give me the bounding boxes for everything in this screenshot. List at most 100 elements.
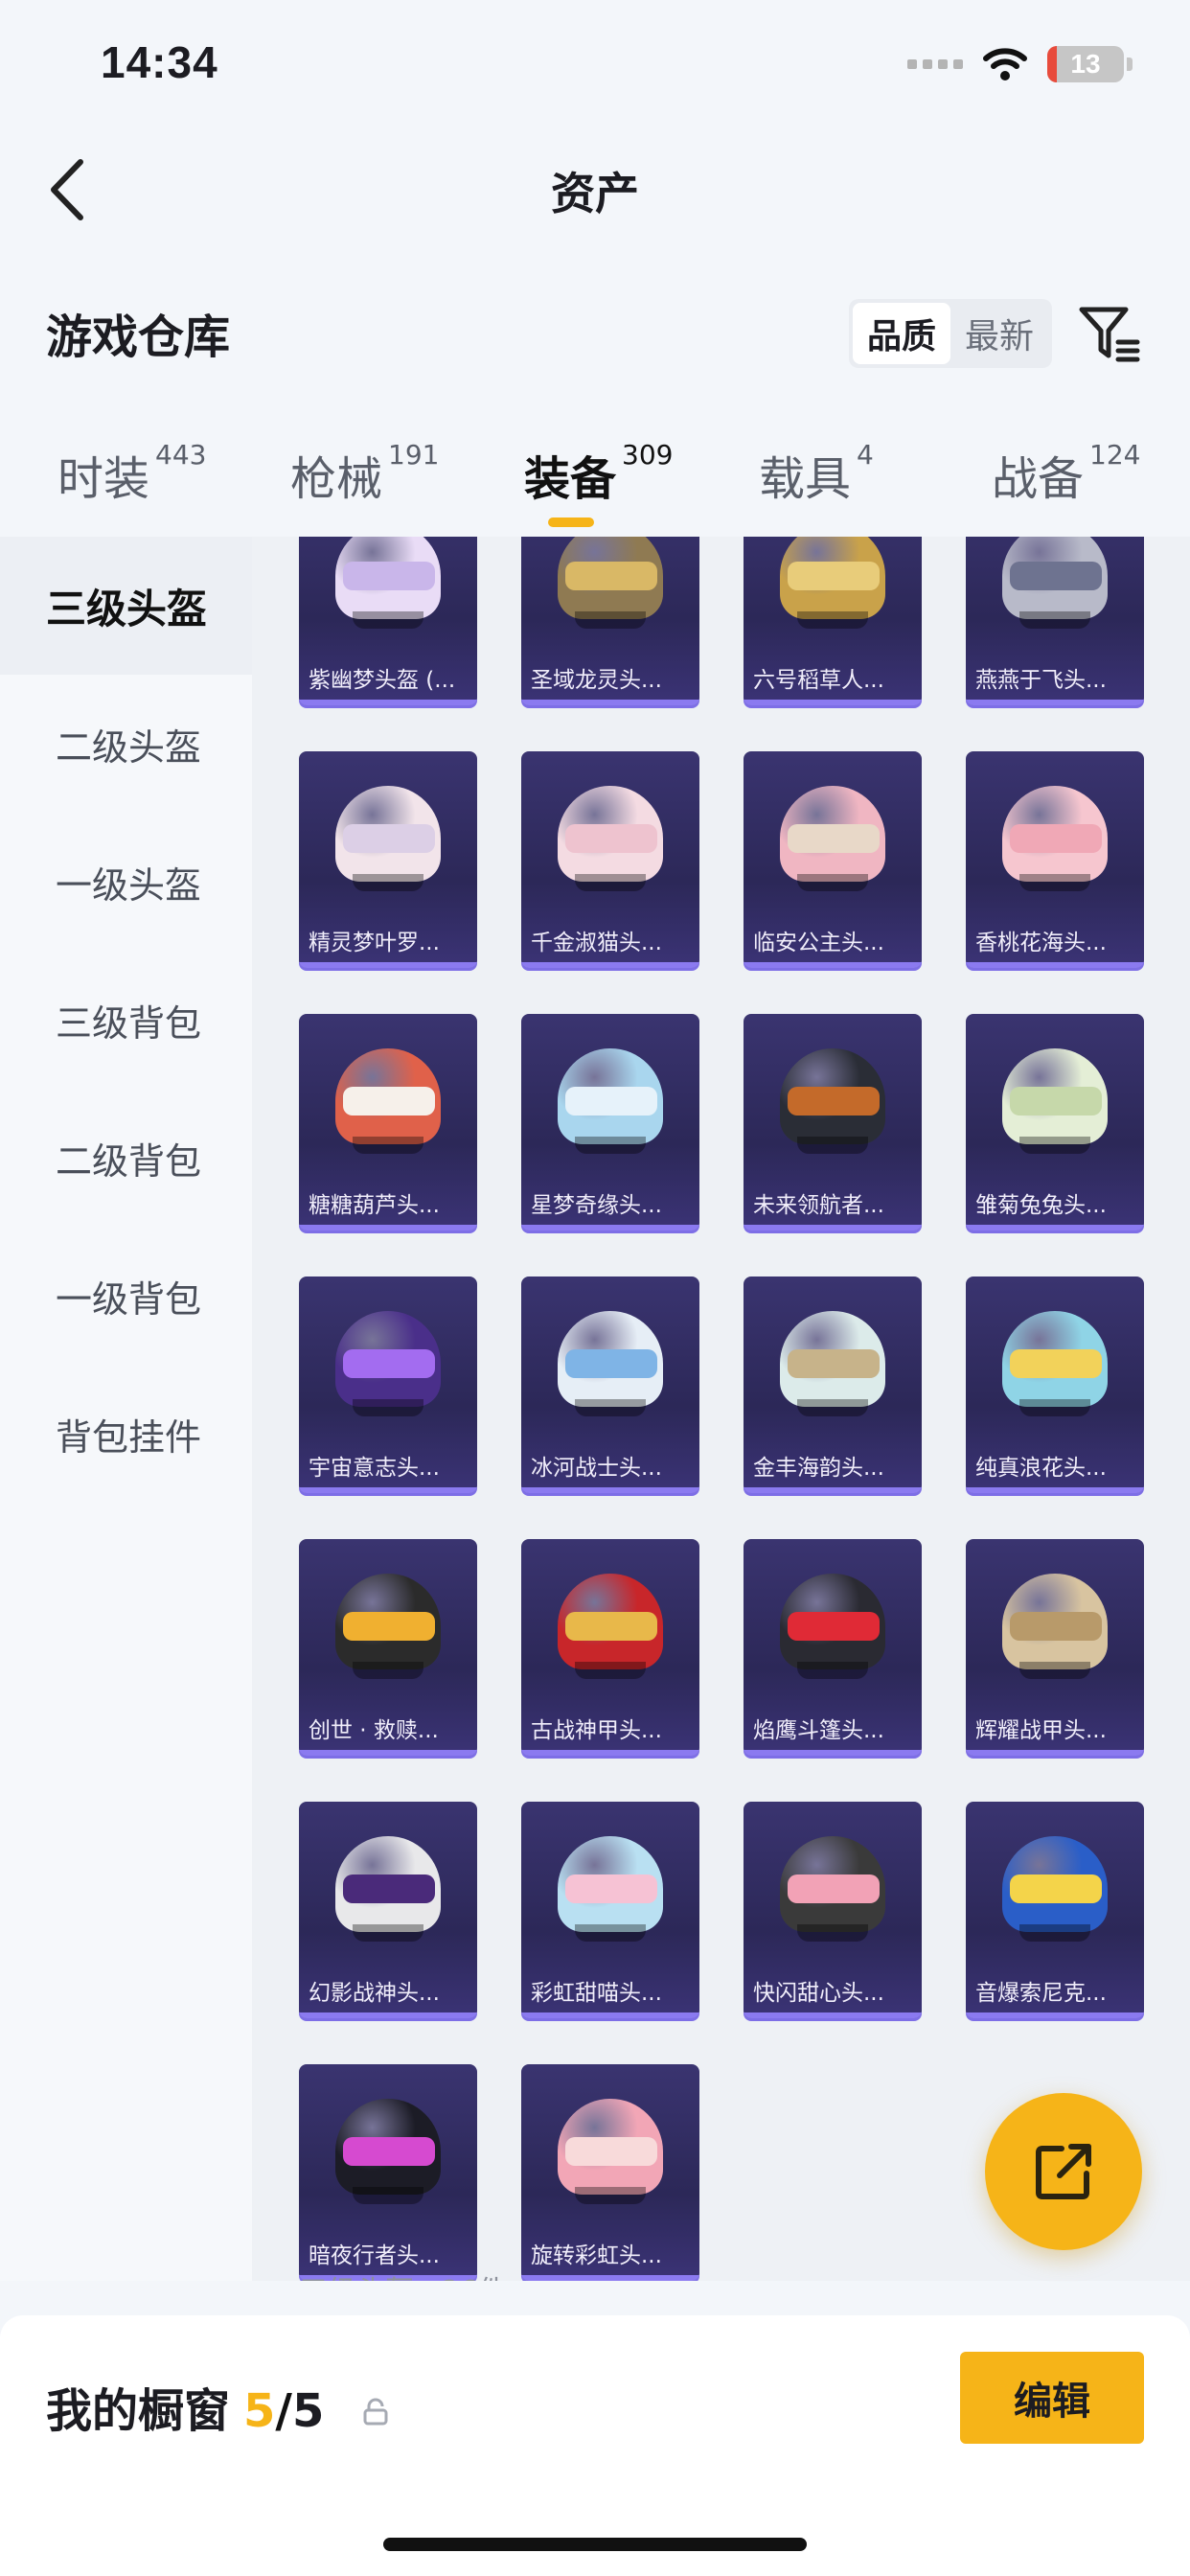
tab-count: 309 — [622, 439, 674, 471]
item-card[interactable]: 创世 · 救赎... — [299, 1539, 477, 1756]
item-name: 金丰海韵头... — [753, 1456, 884, 1481]
filter-icon — [1079, 307, 1140, 362]
edit-button[interactable]: 编辑 — [960, 2352, 1144, 2444]
item-card[interactable]: 焰鹰斗篷头... — [744, 1539, 922, 1756]
battery-icon: 13 — [1047, 46, 1124, 82]
tab-count: 443 — [155, 439, 207, 471]
warehouse-title: 游戏仓库 — [46, 310, 231, 364]
helmet-icon — [335, 537, 441, 631]
tab-vehicles[interactable]: 载具 4 — [759, 439, 874, 508]
helmet-icon — [1002, 1311, 1108, 1418]
item-name: 快闪甜心头... — [753, 1981, 884, 2006]
item-card[interactable]: 圣域龙灵头... — [521, 537, 699, 705]
helmet-icon — [780, 1311, 885, 1418]
tab-fashion[interactable]: 时装 443 — [57, 439, 207, 508]
sidebar-item-level1-helmet[interactable]: 一级头盔 — [0, 813, 252, 951]
share-icon — [1036, 2144, 1091, 2199]
item-name: 音爆索尼克... — [975, 1981, 1107, 2006]
sidebar-item-level2-helmet[interactable]: 二级头盔 — [0, 675, 252, 813]
item-card[interactable]: 快闪甜心头... — [744, 1802, 922, 2018]
item-name: 宇宙意志头... — [309, 1456, 440, 1481]
item-name: 精灵梦叶罗... — [309, 931, 440, 955]
helmet-icon — [780, 1048, 885, 1156]
helmet-icon — [780, 786, 885, 893]
helmet-icon — [558, 786, 663, 893]
item-card[interactable]: 冰河战士头... — [521, 1276, 699, 1493]
share-button[interactable] — [985, 2093, 1142, 2250]
sort-option-quality[interactable]: 品质 — [853, 303, 950, 364]
sidebar-item-level1-backpack[interactable]: 一级背包 — [0, 1227, 252, 1365]
sidebar-item-level2-backpack[interactable]: 二级背包 — [0, 1089, 252, 1227]
helmet-icon — [780, 1574, 885, 1681]
item-card[interactable]: 千金淑猫头... — [521, 751, 699, 968]
helmet-icon — [1002, 537, 1108, 631]
home-indicator — [383, 2538, 807, 2551]
helmet-icon — [335, 1311, 441, 1418]
item-card[interactable]: 纯真浪花头... — [966, 1276, 1144, 1493]
tab-gear[interactable]: 战备 124 — [992, 439, 1141, 508]
category-tabs: 时装 443 枪械 191 装备 309 载具 4 战备 124 — [0, 422, 1190, 537]
item-name: 暗夜行者头... — [309, 2243, 440, 2268]
helmet-icon — [558, 1836, 663, 1944]
battery-level: 13 — [1070, 49, 1101, 79]
item-name: 紫幽梦头盔 (... — [309, 668, 456, 693]
item-card[interactable]: 辉耀战甲头... — [966, 1539, 1144, 1756]
item-card[interactable]: 未来领航者... — [744, 1014, 922, 1230]
item-card[interactable]: 金丰海韵头... — [744, 1276, 922, 1493]
sidebar-item-level3-helmet[interactable]: 三级头盔 — [0, 537, 252, 675]
item-name: 纯真浪花头... — [975, 1456, 1107, 1481]
item-card[interactable]: 六号稻草人... — [744, 537, 922, 705]
helmet-icon — [558, 2099, 663, 2206]
sidebar-item-backpack-charm[interactable]: 背包挂件 — [0, 1365, 252, 1503]
item-card[interactable]: 精灵梦叶罗... — [299, 751, 477, 968]
helmet-icon — [335, 786, 441, 893]
item-card[interactable]: 音爆索尼克... — [966, 1802, 1144, 2018]
tab-count: 124 — [1089, 439, 1141, 471]
helmet-icon — [335, 1048, 441, 1156]
item-name: 辉耀战甲头... — [975, 1718, 1107, 1743]
item-card[interactable]: 幻影战神头... — [299, 1802, 477, 2018]
item-name: 香桃花海头... — [975, 931, 1107, 955]
sort-option-newest[interactable]: 最新 — [950, 303, 1048, 364]
tab-label: 战备 — [992, 452, 1085, 506]
item-name: 焰鹰斗篷头... — [753, 1718, 884, 1743]
item-card[interactable]: 糖糖葫芦头... — [299, 1014, 477, 1230]
item-card[interactable]: 临安公主头... — [744, 751, 922, 968]
helmet-icon — [558, 537, 663, 631]
item-card[interactable]: 雏菊兔兔头... — [966, 1014, 1144, 1230]
page-title: 资产 — [551, 168, 639, 219]
tab-count: 4 — [857, 439, 874, 471]
filter-button[interactable] — [1075, 299, 1144, 368]
item-card[interactable]: 紫幽梦头盔 (... — [299, 537, 477, 705]
tab-firearms[interactable]: 枪械 191 — [290, 439, 439, 508]
helmet-icon — [1002, 786, 1108, 893]
helmet-icon — [1002, 1048, 1108, 1156]
sort-toggle: 品质 最新 — [849, 299, 1052, 368]
showcase-label: 我的橱窗 — [46, 2384, 231, 2438]
item-card[interactable]: 彩虹甜喵头... — [521, 1802, 699, 2018]
item-card[interactable]: 旋转彩虹头... — [521, 2064, 699, 2281]
item-name: 临安公主头... — [753, 931, 884, 955]
item-card[interactable]: 古战神甲头... — [521, 1539, 699, 1756]
item-name: 创世 · 救赎... — [309, 1718, 439, 1743]
tab-label: 时装 — [57, 452, 150, 506]
battery-cap — [1127, 58, 1133, 71]
helmet-icon — [1002, 1836, 1108, 1944]
showcase-total: 5 — [291, 2384, 325, 2438]
item-name: 冰河战士头... — [531, 1456, 662, 1481]
showcase-summary: 我的橱窗 5 / 5 — [46, 2373, 389, 2440]
item-card[interactable]: 星梦奇缘头... — [521, 1014, 699, 1230]
tab-label: 装备 — [524, 452, 617, 506]
item-card[interactable]: 暗夜行者头... — [299, 2064, 477, 2281]
item-card[interactable]: 燕燕于飞头... — [966, 537, 1144, 705]
lock-icon — [363, 2398, 388, 2426]
helmet-icon — [1002, 1574, 1108, 1681]
helmet-icon — [558, 1574, 663, 1681]
tab-equipment[interactable]: 装备 309 — [524, 439, 674, 508]
sidebar-item-level3-backpack[interactable]: 三级背包 — [0, 951, 252, 1089]
bottom-bar: 我的橱窗 5 / 5 编辑 — [0, 2315, 1190, 2576]
item-name: 星梦奇缘头... — [531, 1193, 662, 1218]
item-name: 古战神甲头... — [531, 1718, 662, 1743]
item-card[interactable]: 香桃花海头... — [966, 751, 1144, 968]
item-card[interactable]: 宇宙意志头... — [299, 1276, 477, 1493]
